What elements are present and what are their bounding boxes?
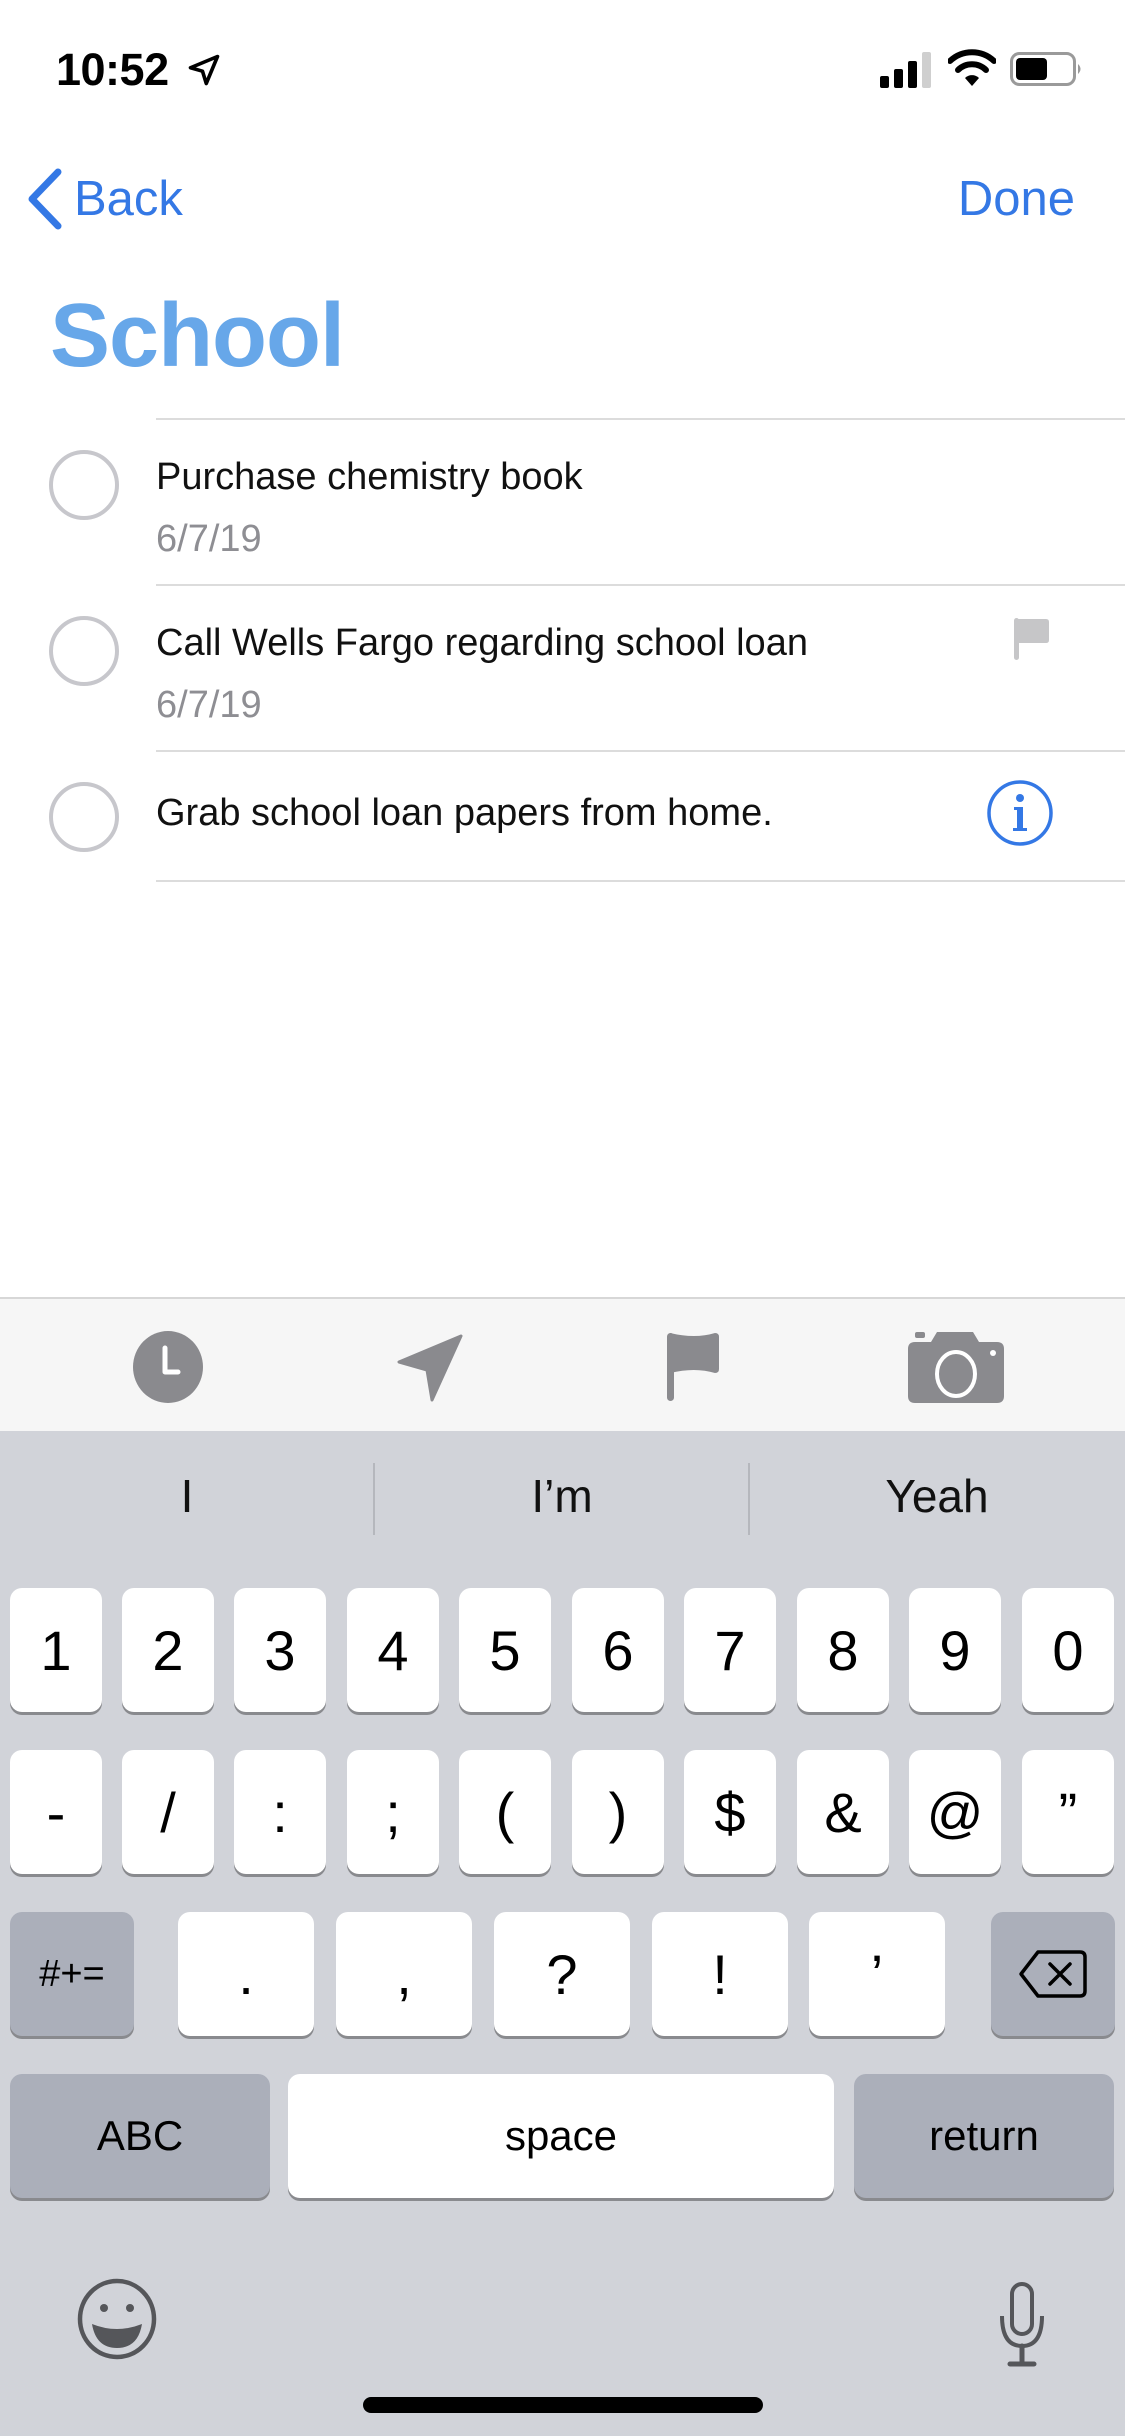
reminder-title[interactable]: Call Wells Fargo regarding school loan <box>156 622 808 665</box>
wifi-icon <box>948 49 996 86</box>
complete-checkbox[interactable] <box>49 450 119 520</box>
clock-icon <box>133 1331 203 1403</box>
chevron-left-icon <box>28 168 62 230</box>
key-slash[interactable]: / <box>122 1750 214 1874</box>
list-title: School <box>50 286 345 386</box>
key-9[interactable]: 9 <box>909 1588 1001 1712</box>
add-photo-button[interactable] <box>906 1329 1006 1405</box>
location-arrow-icon <box>397 1334 463 1402</box>
reminder-title-input[interactable]: Grab school loan papers from home. <box>156 792 773 835</box>
flag-icon <box>667 1333 719 1401</box>
key-4[interactable]: 4 <box>347 1588 439 1712</box>
suggestion[interactable]: I’m <box>375 1431 749 1561</box>
key-semicolon[interactable]: ; <box>347 1750 439 1874</box>
key-8[interactable]: 8 <box>797 1588 889 1712</box>
complete-checkbox[interactable] <box>49 616 119 686</box>
reminder-title[interactable]: Purchase chemistry book <box>156 456 583 499</box>
reminder-row-editing[interactable]: Grab school loan papers from home. <box>0 752 1125 880</box>
key-3[interactable]: 3 <box>234 1588 326 1712</box>
key-2[interactable]: 2 <box>122 1588 214 1712</box>
reminder-row[interactable]: Call Wells Fargo regarding school loan 6… <box>0 586 1125 750</box>
delete-icon <box>1019 1950 1087 1998</box>
emoji-icon[interactable] <box>76 2278 158 2360</box>
return-key[interactable]: return <box>854 2074 1114 2198</box>
status-bar: 10:52 <box>0 0 1125 132</box>
key-comma[interactable]: , <box>336 1912 472 2036</box>
location-services-icon <box>188 54 220 86</box>
home-indicator[interactable] <box>363 2397 763 2413</box>
abc-key[interactable]: ABC <box>10 2074 270 2198</box>
time-reminder-button[interactable] <box>128 1329 208 1405</box>
microphone-icon[interactable] <box>996 2282 1048 2368</box>
key-open-paren[interactable]: ( <box>459 1750 551 1874</box>
suggestion[interactable]: Yeah <box>750 1431 1124 1561</box>
key-0[interactable]: 0 <box>1022 1588 1114 1712</box>
predictive-bar: I I’m Yeah <box>0 1431 1125 1561</box>
key-period[interactable]: . <box>178 1912 314 2036</box>
complete-checkbox[interactable] <box>49 782 119 852</box>
delete-key[interactable] <box>991 1912 1115 2036</box>
back-label: Back <box>74 172 183 226</box>
key-ampersand[interactable]: & <box>797 1750 889 1874</box>
flag-button[interactable] <box>662 1329 724 1405</box>
suggestion[interactable]: I <box>0 1431 374 1561</box>
location-reminder-button[interactable] <box>392 1329 468 1405</box>
key-6[interactable]: 6 <box>572 1588 664 1712</box>
key-7[interactable]: 7 <box>684 1588 776 1712</box>
key-more-symbols[interactable]: #+= <box>10 1912 134 2036</box>
cellular-signal-icon <box>880 52 931 88</box>
reminder-row[interactable]: Purchase chemistry book 6/7/19 <box>0 420 1125 584</box>
reminder-toolbar <box>0 1297 1125 1431</box>
done-button[interactable]: Done <box>958 164 1075 234</box>
status-time: 10:52 <box>56 44 169 95</box>
divider <box>156 880 1125 882</box>
info-icon[interactable] <box>985 778 1055 848</box>
reminder-date: 6/7/19 <box>156 684 262 726</box>
battery-icon <box>1010 52 1081 86</box>
key-colon[interactable]: : <box>234 1750 326 1874</box>
key-5[interactable]: 5 <box>459 1588 551 1712</box>
key-quote[interactable]: ” <box>1022 1750 1114 1874</box>
reminders-list: Purchase chemistry book 6/7/19 Call Well… <box>0 418 1125 882</box>
key-1[interactable]: 1 <box>10 1588 102 1712</box>
key-at[interactable]: @ <box>909 1750 1001 1874</box>
key-dollar[interactable]: $ <box>684 1750 776 1874</box>
key-hyphen[interactable]: - <box>10 1750 102 1874</box>
key-question[interactable]: ? <box>494 1912 630 2036</box>
key-apostrophe[interactable]: ’ <box>809 1912 945 2036</box>
camera-icon <box>908 1332 1004 1403</box>
space-key[interactable]: space <box>288 2074 834 2198</box>
back-button[interactable]: Back <box>22 164 183 234</box>
flag-icon <box>1014 618 1049 660</box>
reminder-date: 6/7/19 <box>156 518 262 560</box>
key-exclamation[interactable]: ! <box>652 1912 788 2036</box>
key-close-paren[interactable]: ) <box>572 1750 664 1874</box>
